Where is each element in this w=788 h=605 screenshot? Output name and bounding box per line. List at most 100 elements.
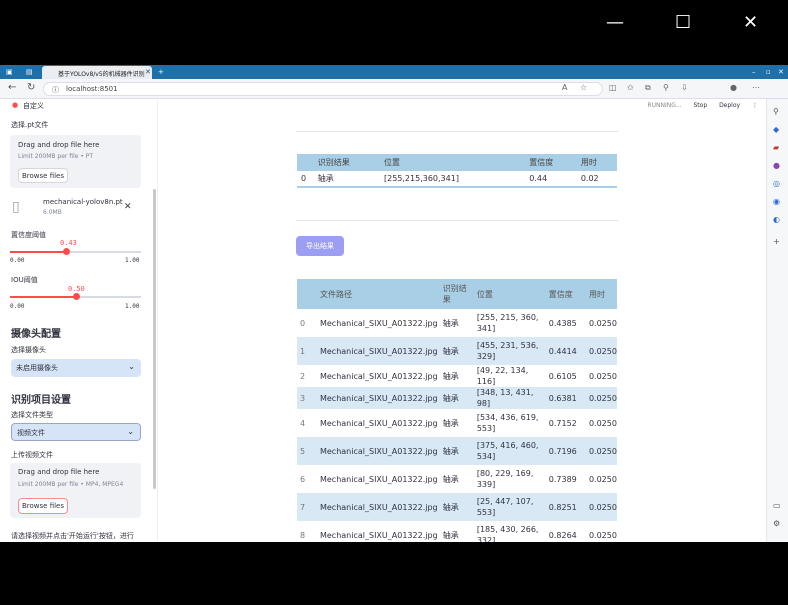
dropzone-title: Drag and drop file here (18, 468, 100, 476)
tab-restore-icon[interactable]: ▫ (766, 68, 774, 76)
log_table-header-2[interactable]: 识别结果 (439, 279, 474, 309)
log_table-header-5[interactable]: 用时 (585, 279, 617, 309)
extensions-icon[interactable]: ⚲ (663, 83, 669, 92)
table-cell: 0.0250 (588, 474, 617, 484)
table-cell: 轴承 (439, 437, 474, 465)
deploy-button[interactable]: Deploy (719, 102, 740, 109)
table-cell: 0.7389 (548, 474, 577, 484)
iou-slider-fill (10, 296, 76, 298)
browse-files-button[interactable]: Browse files (18, 168, 68, 183)
table-cell: 轴承 (442, 371, 459, 381)
table-cell: 轴承 (442, 318, 459, 328)
remove-file-icon[interactable]: ✕ (124, 202, 132, 212)
export-button[interactable]: 导出结果 (296, 236, 344, 256)
workspace-icon[interactable]: ▣ (6, 68, 14, 76)
outlook-icon[interactable]: ◉ (773, 197, 780, 206)
iou-slider-thumb[interactable] (72, 293, 80, 300)
table-cell: [255,215,360,341] (379, 171, 526, 188)
dropzone-title: Drag and drop file here (18, 141, 100, 149)
favorites-icon[interactable]: ✩ (627, 83, 634, 92)
downloads-icon[interactable]: ⇩ (681, 83, 688, 92)
result_table-header-3[interactable]: 置信度 (525, 154, 577, 171)
filetype-select[interactable]: 视频文件 ⌄ (11, 423, 141, 441)
table-cell: [375, 416, 460, 534] (473, 437, 546, 465)
favorite-star-icon[interactable]: ☆ (580, 83, 587, 92)
log_table-header-4[interactable]: 置信度 (545, 279, 586, 309)
log_table-header-3[interactable]: 位置 (473, 279, 546, 309)
result_table-header-0[interactable] (297, 154, 314, 171)
log_table-header-0[interactable] (297, 279, 317, 309)
pt-dropzone[interactable]: Drag and drop file here Limit 200MB per … (10, 135, 141, 188)
table-cell: 0.0250 (588, 530, 617, 540)
conf-slider-thumb[interactable] (63, 248, 71, 255)
tab-minimize-icon[interactable]: – (752, 68, 760, 76)
conf-min: 0.00 (10, 257, 25, 264)
app-menu-icon[interactable]: ⋮ (752, 102, 758, 109)
add-app-icon[interactable]: + (773, 237, 780, 246)
log-table: 文件路径 识别结果 位置 置信度 用时 0 Mechanical_SIXU_A01322.… (297, 279, 617, 542)
url-field[interactable]: ⓘ localhost:8501 (43, 82, 603, 96)
table-cell: 0.8251 (545, 493, 586, 521)
sidebar-settings-icon[interactable]: ⚙ (773, 519, 780, 528)
table-row: 5 Mechanical_SIXU_A01322.jpg 轴承 [375, 416, … (297, 437, 617, 465)
tab-strip: ▣ ▤ 基于YOLOv8/v5的机械器件识别 ✕ + – ▫ ✕ (0, 65, 788, 79)
back-icon[interactable]: ← (8, 82, 16, 93)
people-icon[interactable]: ● (773, 161, 780, 170)
tab-close-window-icon[interactable]: ✕ (778, 68, 786, 76)
table-cell: 7 (297, 493, 317, 521)
refresh-icon[interactable]: ↻ (27, 82, 35, 93)
office-icon[interactable]: ◐ (773, 215, 780, 224)
video-dropzone[interactable]: Drag and drop file here Limit 200MB per … (10, 463, 141, 518)
table-cell: 4 (300, 418, 306, 428)
sidebar-scrollbar[interactable] (153, 189, 156, 489)
sidebar: ● 自定义 选择.pt文件 Drag and drop file here Li… (0, 99, 158, 542)
table-cell: 轴承 (442, 418, 459, 428)
table-cell: 轴承 (442, 474, 459, 484)
table-cell: 1 (297, 337, 317, 365)
games-icon[interactable]: ◎ (773, 179, 780, 188)
new-tab-icon[interactable]: + (158, 68, 166, 76)
table-cell: Mechanical_SIXU_A01322.jpg (319, 418, 438, 428)
table-cell: 轴承 (439, 337, 474, 365)
table-cell: 5 (297, 437, 317, 465)
tab-active[interactable]: 基于YOLOv8/v5的机械器件识别 (42, 66, 152, 79)
collections-icon[interactable]: ⧉ (645, 83, 651, 93)
url-text: localhost:8501 (66, 85, 118, 93)
table-cell: 0.0250 (585, 387, 617, 409)
stop-button[interactable]: Stop (694, 102, 708, 109)
profile-avatar[interactable]: ● (730, 83, 737, 92)
tools-icon[interactable]: ▰ (773, 143, 779, 152)
table-row: 8 Mechanical_SIXU_A01322.jpg 轴承 [185, 430, … (297, 521, 617, 542)
tab-close-icon[interactable]: ✕ (145, 68, 153, 76)
table-cell: Mechanical_SIXU_A01322.jpg (316, 387, 440, 409)
site-info-icon[interactable]: ⓘ (52, 85, 59, 95)
pt-file-label: 选择.pt文件 (11, 121, 49, 129)
table-cell: 轴承 (313, 171, 380, 188)
maximize-button[interactable]: ☐ (675, 12, 691, 33)
result_table-header-4[interactable]: 用时 (576, 154, 617, 171)
minimize-button[interactable]: — (606, 12, 624, 33)
more-menu-icon[interactable]: ⋯ (752, 83, 760, 92)
table-cell: Mechanical_SIXU_A01322.jpg (319, 474, 438, 484)
read-aloud-icon[interactable]: A (562, 83, 567, 92)
shopping-icon[interactable]: ◆ (773, 125, 779, 134)
camera-select[interactable]: 未启用摄像头 ⌄ (11, 359, 141, 377)
uploaded-file-name: mechanical-yolov8n.pt (43, 198, 123, 206)
conf-slider[interactable] (10, 248, 141, 255)
tab-actions-icon[interactable]: ▤ (26, 68, 34, 76)
iou-min: 0.00 (10, 303, 25, 310)
iou-slider[interactable] (10, 293, 141, 300)
browse-files-button[interactable]: Browse files (18, 498, 68, 514)
conf-label: 置信度阈值 (11, 231, 46, 239)
tab-title: 基于YOLOv8/v5的机械器件识别 (58, 71, 145, 78)
table-cell: 0.0250 (585, 493, 617, 521)
split-screen-icon[interactable]: ◫ (609, 83, 617, 92)
result_table-header-1[interactable]: 识别结果 (313, 154, 380, 171)
table-cell: 0.0250 (588, 318, 617, 328)
close-button[interactable]: ✕ (743, 12, 758, 33)
log_table-header-1[interactable]: 文件路径 (316, 279, 440, 309)
sidebar-layout-icon[interactable]: ▭ (773, 501, 781, 510)
browser-window: ▣ ▤ 基于YOLOv8/v5的机械器件识别 ✕ + – ▫ ✕ ← ↻ ⓘ l… (0, 65, 788, 542)
sidebar-search-icon[interactable]: ⚲ (773, 107, 779, 116)
result_table-header-2[interactable]: 位置 (379, 154, 526, 171)
